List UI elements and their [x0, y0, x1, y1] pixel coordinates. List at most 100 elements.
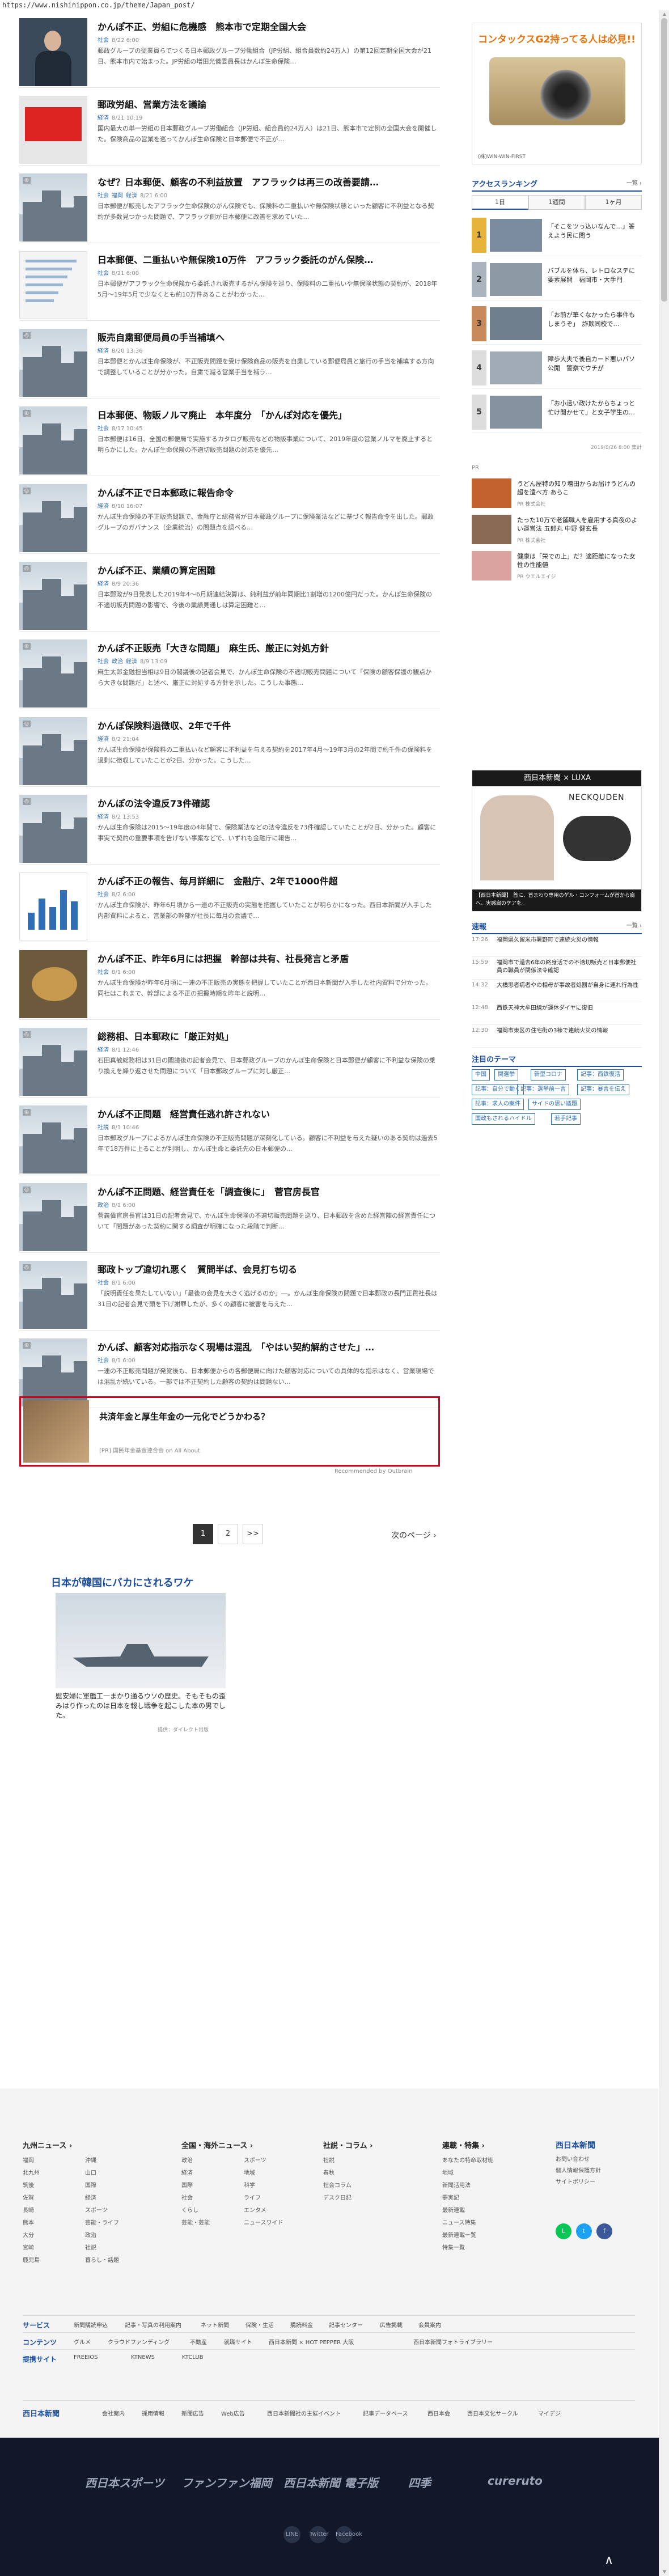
article-thumbnail[interactable]: ◎	[19, 639, 87, 707]
page-2-button[interactable]: 2	[218, 1524, 238, 1544]
article-item[interactable]: ◎ かんぽの法令違反73件確認 経済 8/2 13:53 かんぽ生命保険は2015～19…	[19, 787, 440, 865]
ranking-item[interactable]: 2 バブルを体ち、レトロなステに要素展開 福岡市・大手門	[472, 259, 642, 300]
footer-link[interactable]: 芸能・ライフ	[85, 2218, 119, 2226]
bottom-link[interactable]: 新聞広告	[181, 2409, 204, 2417]
theme-tag[interactable]: 記事：求人の案件	[472, 1099, 524, 1110]
pr-title[interactable]: うどん屋特の知り増田からお届けうどんの超を遺べ方 あらこ	[517, 480, 640, 497]
display-ad[interactable]: 日本が韓国にバカにされるワケ 慰安婦に軍艦工一まかり通るウソの歴史。そもそもの歪…	[51, 1575, 227, 1739]
page-last-button[interactable]: >>	[243, 1524, 263, 1544]
footer-link[interactable]: 社会	[181, 2193, 193, 2201]
display-ad-title[interactable]: 日本が韓国にバカにされるワケ	[51, 1575, 227, 1590]
article-title[interactable]: かんぽ不正で日本郵政に報告命令	[98, 485, 438, 499]
ranking-title[interactable]: 「そこをツっ込いなんで…」答えよう民に問う	[548, 222, 641, 240]
pr-item[interactable]: 健康は「栄での上」だ？適距離になった女性の性能値 PR ウエルエイジ	[472, 551, 642, 585]
facebook-icon[interactable]: f	[596, 2223, 612, 2239]
article-tag[interactable]: 社会	[98, 426, 109, 432]
article-title[interactable]: かんぽ不正販売「大きな問題」 麻生氏、厳正に対処方針	[98, 641, 438, 654]
service-link[interactable]: 購読料金	[290, 2320, 313, 2329]
service-link[interactable]: 会員案内	[418, 2320, 441, 2329]
footer-link[interactable]: 社説	[323, 2155, 334, 2164]
service-link[interactable]: 記事センター	[329, 2320, 363, 2329]
pr-thumbnail[interactable]	[472, 515, 511, 544]
footer-link[interactable]: 鹿児島	[23, 2255, 40, 2264]
article-tag[interactable]: 経済	[98, 1047, 109, 1053]
footer-link[interactable]: あなたの特命取材班	[442, 2155, 493, 2164]
article-title[interactable]: かんぽ不正の報告、毎月詳細に 金融庁、2年で1000件超	[98, 874, 438, 887]
article-tag[interactable]: 経済	[98, 348, 109, 354]
article-title[interactable]: かんぽ保険料過徴収、2年で千件	[98, 718, 438, 732]
article-item[interactable]: ◎ かんぽ不正問題 経営責任逃れ許されない 社説 8/1 10:46 日本郵政グループに…	[19, 1098, 440, 1175]
scroll-down-arrow-icon[interactable]: ▼	[662, 2569, 667, 2575]
theme-tag[interactable]: 記事：選挙前一言	[517, 1084, 569, 1095]
ranking-thumbnail[interactable]	[490, 263, 542, 296]
group-site-logo[interactable]: cureruto	[488, 2474, 543, 2488]
footer-link[interactable]: ニュース特集	[442, 2218, 476, 2226]
service-link[interactable]: 保険・生活	[245, 2320, 274, 2329]
article-thumbnail[interactable]: ◎	[19, 795, 87, 863]
tab-monthly[interactable]: 1ヶ月	[585, 195, 642, 210]
article-title[interactable]: 販売自粛郵便局員の手当補填へ	[98, 330, 438, 344]
footer-link[interactable]: 社会コラム	[323, 2180, 352, 2189]
article-title[interactable]: 日本郵便、物販ノルマ廃止 本年度分 「かんぽ対応を優先」	[98, 408, 438, 421]
bottom-link[interactable]: 西日本文化サークル	[467, 2409, 518, 2417]
article-tag[interactable]: 社会	[98, 892, 109, 898]
twitter-icon[interactable]: Twitter	[310, 2526, 329, 2543]
article-tag[interactable]: 社会	[98, 659, 109, 665]
theme-tag[interactable]: 記事：暴言を伝え	[577, 1084, 629, 1095]
pr-item[interactable]: たった10万で老舗職人を雇用する真夜のよい運営法 五郎丸 中野 健玄長 PR 株式…	[472, 515, 642, 549]
bottom-link[interactable]: 西日本新聞社の主催イベント	[267, 2409, 341, 2417]
footer-link[interactable]: 夢実記	[442, 2193, 459, 2201]
bottom-link[interactable]: マイデジ	[538, 2409, 561, 2417]
article-item[interactable]: ◎ かんぽ不正で日本郵政に報告命令 経済 8/10 16:07 かんぽ生命保険の不正販売…	[19, 476, 440, 554]
article-title[interactable]: かんぽの法令違反73件確認	[98, 796, 438, 810]
article-tag[interactable]: 経済	[98, 115, 109, 121]
display-ad-image[interactable]	[56, 1593, 226, 1688]
ranking-title[interactable]: 障歩大夫で後自カード悪いパソ公開 警察でウチが	[548, 355, 641, 373]
article-thumbnail[interactable]	[19, 950, 87, 1018]
article-item[interactable]: ◎ なぜ？日本郵便、顧客の不利益放置 アフラックは再三の改善要請… 社会 福岡 経済 8/…	[19, 166, 440, 243]
ranking-title[interactable]: 「お前が筆くなかったら事件もしまうぞ」 詐欺同校で…	[548, 311, 641, 329]
bottom-logo[interactable]: 西日本新聞	[23, 2408, 60, 2418]
article-thumbnail[interactable]: ◎	[19, 1105, 87, 1173]
service-link[interactable]: ネット新聞	[201, 2320, 229, 2329]
back-to-top-button[interactable]: ∧	[598, 2553, 620, 2570]
next-page-link[interactable]: 次のページ ›	[391, 1530, 437, 1541]
flash-news-item[interactable]: 14:32 大橋思者病者やの相母が事故者処罰が自身に連れ行為性	[472, 980, 642, 1002]
ranking-thumbnail[interactable]	[490, 396, 542, 429]
scroll-up-arrow-icon[interactable]: ▲	[662, 11, 667, 17]
tab-daily[interactable]: 1日	[472, 195, 528, 210]
flash-title[interactable]: 福岡市東区の住宅街の3棟で連続火災の情報	[497, 1027, 642, 1035]
twitter-icon[interactable]: t	[576, 2223, 592, 2239]
article-title[interactable]: かんぽ不正、昨年6月には把握 幹部は共有、社長発言と矛盾	[98, 951, 438, 965]
article-title[interactable]: 日本郵便、二重払いや無保険10万件 アフラック委託のがん保険…	[98, 252, 438, 266]
page-1-button[interactable]: 1	[193, 1524, 213, 1544]
article-title[interactable]: かんぽ不正問題、経営責任を「調査後に」 菅官房長官	[98, 1184, 438, 1198]
footer-link[interactable]: 最新連載	[442, 2205, 465, 2214]
footer-link[interactable]: スポーツ	[244, 2155, 266, 2164]
footer-link[interactable]: 新聞活用法	[442, 2180, 471, 2189]
bottom-link[interactable]: 会社案内	[102, 2409, 125, 2417]
footer-link[interactable]: 政治	[85, 2230, 96, 2239]
article-tag[interactable]: 社会	[98, 969, 109, 976]
pr-thumbnail[interactable]	[472, 551, 511, 581]
article-tag[interactable]: 福岡	[112, 193, 123, 199]
site-policy-link[interactable]: サイトポリシー	[556, 2177, 595, 2185]
ranking-item[interactable]: 5 「お小遣い政けたからちょっと忙け聞かせて」と女子学生の…	[472, 391, 642, 433]
footer-column-title[interactable]: 社説・コラム ›	[323, 2139, 459, 2150]
privacy-link[interactable]: 個人情報保護方針	[556, 2166, 601, 2174]
flash-news-item[interactable]: 12:48 西鉄天神大牟田線が運休ダイヤに復旧	[472, 1002, 642, 1025]
article-item[interactable]: 日本郵便、二重払いや無保険10万件 アフラック委託のがん保険… 社会 8/21 6:…	[19, 243, 440, 321]
theme-tag[interactable]: 記事：西鉄復活	[577, 1069, 624, 1081]
flash-title[interactable]: 西鉄天神大牟田線が運休ダイヤに復旧	[497, 1005, 642, 1012]
tab-weekly[interactable]: 1週間	[528, 195, 585, 210]
article-item[interactable]: 郵政労組、営業方法を議論 経済 8/21 10:19 国内最大の単一労組の日本郵政グル…	[19, 88, 440, 166]
promo-title[interactable]: 共済年金と厚生年金の一元化でどうかわる？	[99, 1410, 269, 1422]
group-site-logo[interactable]: ファンファン福岡	[181, 2474, 272, 2490]
address-bar[interactable]: https://www.nishinippon.co.jp/theme/Japa…	[0, 0, 669, 10]
footer-link[interactable]: 熊本	[23, 2218, 34, 2226]
footer-link[interactable]: 長崎	[23, 2205, 34, 2214]
scrollbar[interactable]: ▲ ▼	[659, 10, 669, 2576]
partner-link[interactable]: FREEIOS	[74, 2354, 98, 2361]
partner-link[interactable]: KTNEWS	[131, 2354, 155, 2361]
footer-link[interactable]: 最新連載一覧	[442, 2230, 476, 2239]
